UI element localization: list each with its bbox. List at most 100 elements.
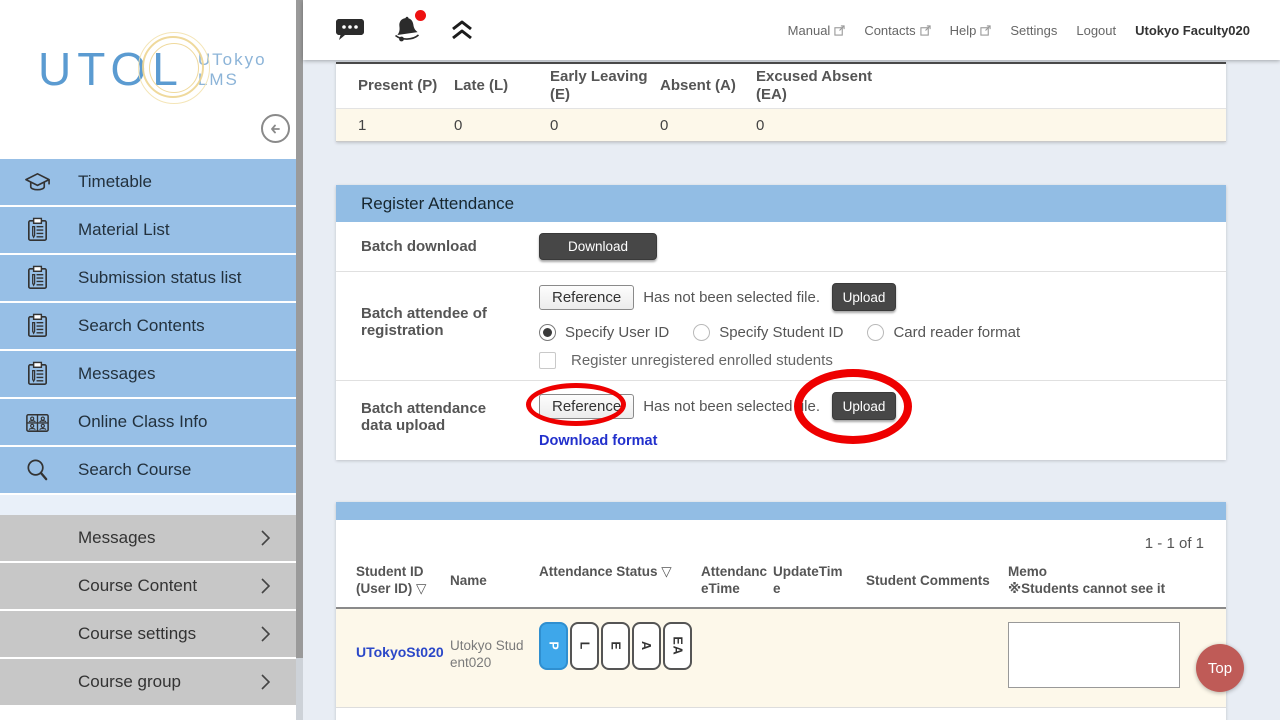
attendance-list-section: 1 - 1 of 1 Student ID (User ID) ▽ Name A…: [336, 502, 1226, 720]
sidebar: UTOL UTokyo LMS Timetable: [0, 0, 296, 720]
sidebar-item-online-class-info[interactable]: Online Class Info: [0, 399, 296, 447]
attendance-status-buttons: P L E A EA: [539, 622, 701, 670]
sidebar-item-label: Submission status list: [78, 268, 241, 288]
memo-textarea[interactable]: [1008, 622, 1180, 688]
clipboard-icon: [24, 265, 51, 292]
sidebar-item-messages-group[interactable]: Messages: [0, 515, 296, 563]
column-header-update-time: UpdateTime: [773, 563, 866, 597]
sidebar-item-search-course[interactable]: Search Course: [0, 447, 296, 495]
file-status-text: Has not been selected file.: [643, 289, 820, 306]
clipboard-icon: [24, 217, 51, 244]
sidebar-item-course-settings[interactable]: Course settings: [0, 611, 296, 659]
file-select-line: Reference Has not been selected file. Up…: [539, 283, 1020, 311]
sidebar-collapse-button[interactable]: [261, 114, 290, 143]
early-leaving-count: 0: [550, 117, 660, 134]
download-format-link[interactable]: Download format: [539, 433, 657, 449]
column-header: Late (L): [454, 73, 550, 99]
status-excused-absent-button[interactable]: EA: [663, 622, 692, 670]
radio-specify-user-id[interactable]: Specify User ID: [539, 324, 669, 341]
topbar-links: Manual Contacts Help Settings Logout Uto…: [788, 23, 1250, 38]
status-late-button[interactable]: L: [570, 622, 599, 670]
sidebar-item-label: Material List: [78, 220, 170, 240]
row-label: Batch attendance data upload: [361, 392, 539, 449]
late-count: 0: [454, 117, 550, 134]
logo-text: UTOL: [38, 42, 184, 96]
sidebar-section-divider: [0, 495, 296, 515]
chat-icon[interactable]: [335, 17, 365, 43]
sidebar-item-course-group[interactable]: Course group: [0, 659, 296, 707]
status-absent-button[interactable]: A: [632, 622, 661, 670]
sidebar-item-search-contents[interactable]: Search Contents: [0, 303, 296, 351]
sidebar-item-label: Search Contents: [78, 316, 205, 336]
notifications-bell-icon[interactable]: [391, 14, 423, 46]
notification-badge: [415, 10, 426, 21]
logo-subtitle: UTokyo LMS: [198, 50, 267, 90]
settings-link[interactable]: Settings: [1010, 23, 1057, 38]
pagination-top: 1 - 1 of 1: [336, 520, 1226, 561]
sidebar-item-material-list[interactable]: Material List: [0, 207, 296, 255]
student-id-link[interactable]: UTokyoSt020: [356, 644, 444, 660]
reference-button[interactable]: Reference: [539, 394, 634, 419]
reference-button[interactable]: Reference: [539, 285, 634, 310]
summary-header-row: Present (P) Late (L) Early Leaving (E) A…: [336, 62, 1226, 108]
logo-panel: UTOL UTokyo LMS: [0, 0, 296, 159]
collapse-up-icon[interactable]: [449, 18, 475, 42]
sidebar-item-label: Online Class Info: [78, 412, 207, 432]
sidebar-item-course-content[interactable]: Course Content: [0, 563, 296, 611]
status-present-button[interactable]: P: [539, 622, 568, 670]
summary-value-row: 1 0 0 0 0: [336, 108, 1226, 142]
radio-icon[interactable]: [867, 324, 884, 341]
sidebar-scrollbar[interactable]: [296, 0, 303, 720]
present-count: 1: [358, 117, 454, 134]
sort-icon[interactable]: ▽: [661, 564, 671, 579]
file-select-line: Reference Has not been selected file. Up…: [539, 392, 896, 420]
sort-icon[interactable]: ▽: [416, 581, 426, 596]
manual-link[interactable]: Manual: [788, 23, 846, 38]
column-header-attendance-status[interactable]: Attendance Status ▽: [539, 563, 701, 580]
app-window: UTOL UTokyo LMS Timetable: [0, 0, 1280, 720]
search-icon: [24, 457, 51, 484]
help-link[interactable]: Help: [950, 23, 992, 38]
upload-button[interactable]: Upload: [832, 283, 896, 311]
sidebar-item-label: Timetable: [78, 172, 152, 192]
page-content: Present (P) Late (L) Early Leaving (E) A…: [303, 60, 1280, 720]
chevron-right-icon: [261, 674, 270, 690]
upload-button[interactable]: Upload: [832, 392, 896, 420]
radio-card-reader-format[interactable]: Card reader format: [867, 324, 1020, 341]
sidebar-item-timetable[interactable]: Timetable: [0, 159, 296, 207]
chevron-right-icon: [261, 578, 270, 594]
batch-attendee-controls: Reference Has not been selected file. Up…: [539, 283, 1020, 369]
column-header-student-comments: Student Comments: [866, 572, 1008, 589]
column-header-name: Name: [450, 572, 539, 589]
download-button[interactable]: Download: [539, 233, 657, 260]
contacts-link[interactable]: Contacts: [864, 23, 930, 38]
radio-icon[interactable]: [693, 324, 710, 341]
checkbox-icon[interactable]: [539, 352, 556, 369]
external-link-icon: [980, 25, 991, 36]
radio-label: Card reader format: [893, 324, 1020, 341]
sidebar-item-messages[interactable]: Messages: [0, 351, 296, 399]
attendance-summary-table: Present (P) Late (L) Early Leaving (E) A…: [336, 62, 1226, 142]
graduation-cap-icon: [24, 169, 51, 196]
topbar: Manual Contacts Help Settings Logout Uto…: [303, 0, 1280, 60]
id-format-radios: Specify User ID Specify Student ID Card …: [539, 324, 1020, 341]
clipboard-icon: [24, 361, 51, 388]
arrow-left-icon: [268, 121, 284, 137]
column-header-student-id[interactable]: Student ID (User ID) ▽: [356, 563, 450, 597]
radio-specify-student-id[interactable]: Specify Student ID: [693, 324, 843, 341]
student-row: UTokyoSt020 Utokyo Student020 P L E A EA: [336, 609, 1226, 708]
section-title: Register Attendance: [361, 194, 514, 214]
external-link-icon: [920, 25, 931, 36]
sidebar-item-submission-status-list[interactable]: Submission status list: [0, 255, 296, 303]
scrollbar-thumb[interactable]: [296, 0, 303, 658]
scroll-to-top-button[interactable]: Top: [1196, 644, 1244, 692]
column-header: Present (P): [358, 73, 454, 99]
list-header-row: Student ID (User ID) ▽ Name Attendance S…: [336, 561, 1226, 609]
file-status-text: Has not been selected file.: [643, 398, 820, 415]
external-link-icon: [834, 25, 845, 36]
logout-link[interactable]: Logout: [1076, 23, 1116, 38]
status-early-leaving-button[interactable]: E: [601, 622, 630, 670]
batch-attendance-upload-row: Batch attendance data upload Reference H…: [336, 381, 1226, 460]
radio-selected-icon[interactable]: [539, 324, 556, 341]
radio-label: Specify Student ID: [719, 324, 843, 341]
